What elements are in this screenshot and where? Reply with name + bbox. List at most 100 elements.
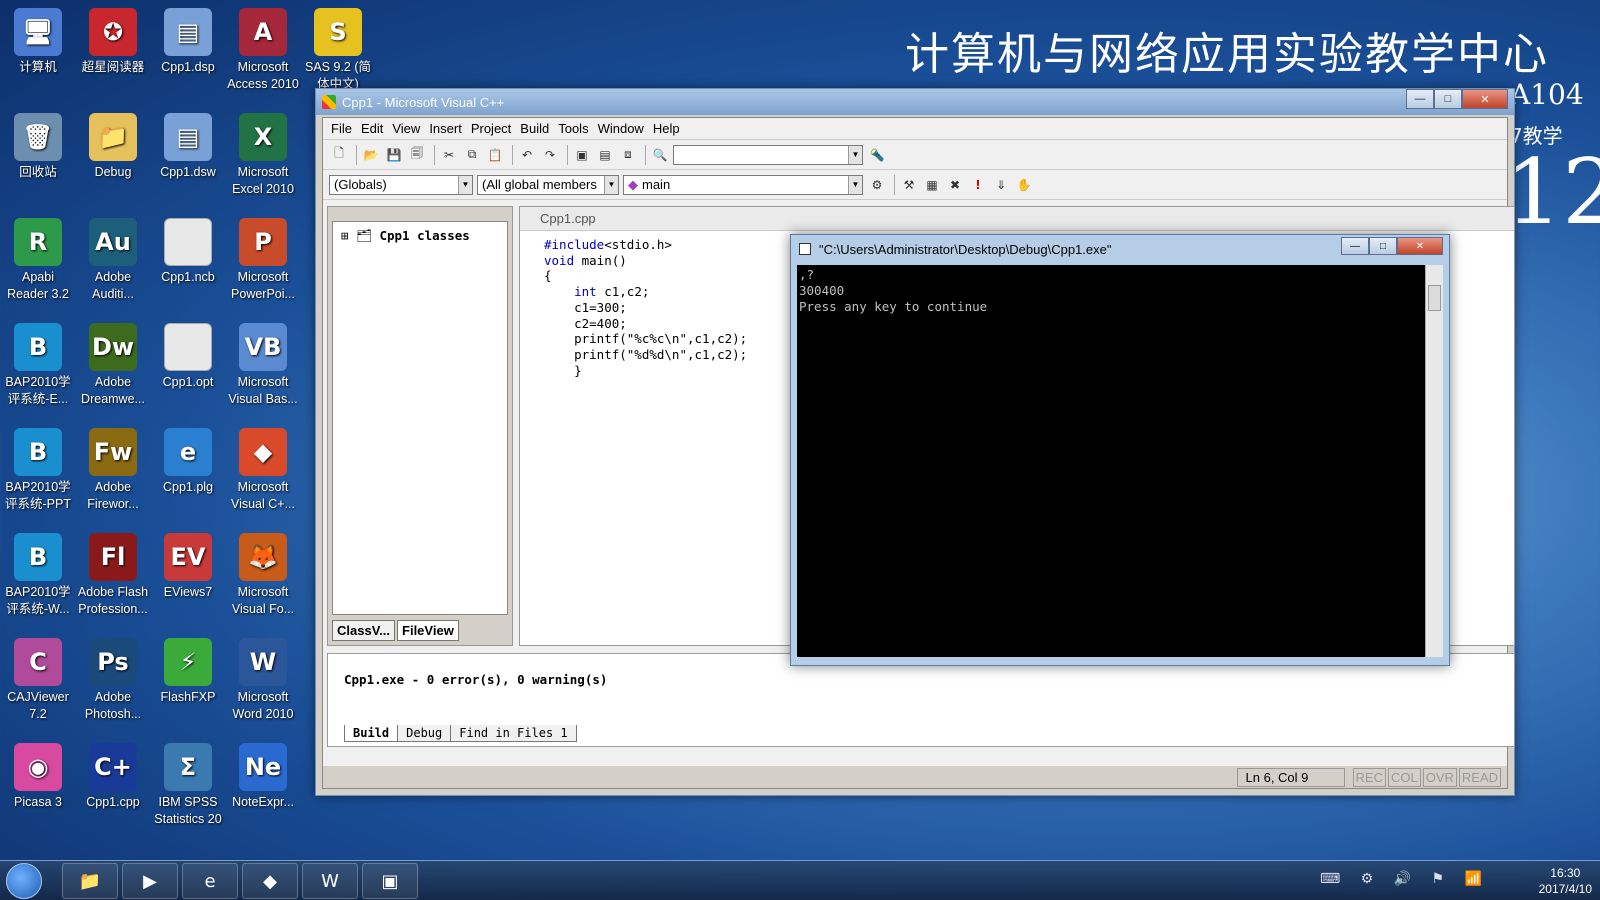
workspace-icon[interactable]: ▣ <box>572 145 592 165</box>
menu-build[interactable]: Build <box>520 121 549 136</box>
desktop-icon[interactable]: Ne NoteExpr... <box>225 741 301 811</box>
desktop-icon[interactable]: P Microsoft PowerPoi... <box>225 216 301 303</box>
desktop-icon[interactable]: ◆ Microsoft Visual C+... <box>225 426 301 513</box>
paste-icon[interactable]: 📋 <box>485 145 505 165</box>
code-line[interactable]: int c1,c2; <box>544 284 747 300</box>
media-player-taskbar-icon[interactable]: ▶ <box>122 863 178 899</box>
copy-icon[interactable]: ⧉ <box>462 145 482 165</box>
stop-build-icon[interactable]: ✖ <box>945 175 965 195</box>
menu-project[interactable]: Project <box>471 121 511 136</box>
desktop-icon[interactable]: X Microsoft Excel 2010 <box>225 111 301 198</box>
minimize-button[interactable]: — <box>1406 89 1434 109</box>
windows-icon[interactable]: ⧈ <box>618 145 638 165</box>
minimize-button[interactable]: — <box>1341 237 1369 255</box>
desktop-icon[interactable]: W Microsoft Word 2010 <box>225 636 301 723</box>
console-output[interactable]: ,? 300400 Press any key to continue <box>797 265 1425 657</box>
close-button[interactable]: ✕ <box>1462 89 1508 109</box>
desktop-icon[interactable]: Fl Adobe Flash Profession... <box>75 531 151 618</box>
code-area[interactable]: #include<stdio.h> void main(){ int c1,c2;… <box>544 237 747 378</box>
console-titlebar[interactable]: "C:\Users\Administrator\Desktop\Debug\Cp… <box>791 235 1449 263</box>
console-taskbar-icon[interactable]: ▣ <box>362 863 418 899</box>
code-line[interactable]: void main() <box>544 253 747 269</box>
desktop-icon[interactable]: C+ Cpp1.cpp <box>75 741 151 811</box>
code-line[interactable]: printf("%c%c\n",c1,c2); <box>544 331 747 347</box>
tree-root-label[interactable]: Cpp1 classes <box>379 228 469 243</box>
tab-build[interactable]: Build <box>344 725 399 742</box>
undo-icon[interactable]: ↶ <box>517 145 537 165</box>
cut-icon[interactable]: ✂ <box>439 145 459 165</box>
breakpoint-hand-icon[interactable]: ✋ <box>1014 175 1034 195</box>
desktop-icon[interactable]: B BAP2010学评系统-E... <box>0 321 76 408</box>
desktop-icon[interactable]: Cpp1.opt <box>150 321 226 391</box>
desktop-icon[interactable]: Au Adobe Auditi... <box>75 216 151 303</box>
maximize-button[interactable]: □ <box>1369 237 1397 255</box>
tab-debug[interactable]: Debug <box>397 725 452 742</box>
desktop-icon[interactable]: Σ IBM SPSS Statistics 20 <box>150 741 226 828</box>
word-taskbar-icon[interactable]: W <box>302 863 358 899</box>
desktop-icon[interactable]: B BAP2010学评系统-PPT <box>0 426 76 513</box>
maximize-button[interactable]: □ <box>1434 89 1462 109</box>
menu-file[interactable]: File <box>331 121 352 136</box>
tab-classview[interactable]: ClassV... <box>332 620 396 641</box>
new-file-icon[interactable]: 🗋 <box>329 145 349 165</box>
compile-icon[interactable]: ⚒ <box>899 175 919 195</box>
start-button[interactable] <box>6 863 42 899</box>
desktop-icon[interactable]: ⚡ FlashFXP <box>150 636 226 706</box>
code-line[interactable]: #include<stdio.h> <box>544 237 747 253</box>
desktop-icon[interactable]: VB Microsoft Visual Bas... <box>225 321 301 408</box>
desktop-icon[interactable]: R Apabi Reader 3.2 <box>0 216 76 303</box>
menu-edit[interactable]: Edit <box>361 121 383 136</box>
globals-combo[interactable]: (Globals) ▼ <box>329 174 473 195</box>
scrollbar-thumb[interactable] <box>1428 285 1441 311</box>
vc-titlebar[interactable]: Cpp1 - Microsoft Visual C++ — □ ✕ <box>316 89 1514 115</box>
go-icon[interactable]: ⇓ <box>991 175 1011 195</box>
tab-find-in-files[interactable]: Find in Files 1 <box>450 725 577 742</box>
menu-tools[interactable]: Tools <box>558 121 588 136</box>
desktop-icon[interactable]: 🖥 计算机 <box>0 6 76 76</box>
menu-view[interactable]: View <box>392 121 420 136</box>
desktop-icon[interactable]: S SAS 9.2 (简体中文) <box>300 6 376 93</box>
system-tray-icons[interactable]: ⌨ ⚙ 🔊 ⚑ 📶 <box>1320 871 1490 887</box>
code-line[interactable]: c1=300; <box>544 300 747 316</box>
code-line[interactable]: } <box>544 363 747 379</box>
desktop-icon[interactable]: ◉ Picasa 3 <box>0 741 76 811</box>
desktop-icon[interactable]: C CAJViewer 7.2 <box>0 636 76 723</box>
close-button[interactable]: ✕ <box>1397 237 1443 255</box>
desktop-icon[interactable]: B BAP2010学评系统-W... <box>0 531 76 618</box>
chevron-down-icon[interactable]: ▼ <box>604 175 618 194</box>
desktop-icon[interactable]: 📁 Debug <box>75 111 151 181</box>
desktop-icon[interactable]: Cpp1.ncb <box>150 216 226 286</box>
desktop-icon[interactable]: A Microsoft Access 2010 <box>225 6 301 93</box>
scrollbar[interactable] <box>1425 265 1443 657</box>
explorer-taskbar-icon[interactable]: 📁 <box>62 863 118 899</box>
build-icon[interactable]: ▦ <box>922 175 942 195</box>
execute-icon[interactable]: ! <box>968 175 988 195</box>
function-combo[interactable]: ◆ main ▼ <box>623 174 863 195</box>
desktop-icon[interactable]: EV EViews7 <box>150 531 226 601</box>
desktop-icon[interactable]: Ps Adobe Photosh... <box>75 636 151 723</box>
desktop-icon[interactable]: Dw Adobe Dreamwe... <box>75 321 151 408</box>
members-combo[interactable]: (All global members ▼ <box>477 174 619 195</box>
desktop-icon[interactable]: ▤ Cpp1.dsw <box>150 111 226 181</box>
save-all-icon[interactable]: 🗐 <box>407 145 427 165</box>
redo-icon[interactable]: ↷ <box>540 145 560 165</box>
tab-fileview[interactable]: FileView <box>397 620 459 641</box>
open-icon[interactable]: 📂 <box>361 145 381 165</box>
desktop-icon[interactable]: Fw Adobe Firewor... <box>75 426 151 513</box>
desktop-icon[interactable]: 🗑 回收站 <box>0 111 76 181</box>
desktop-icon[interactable]: ✪ 超星阅读器 <box>75 6 151 76</box>
menu-help[interactable]: Help <box>653 121 680 136</box>
find-icon[interactable]: 🔦 <box>867 145 887 165</box>
find-in-files-icon[interactable]: 🔍 <box>650 145 670 165</box>
chevron-down-icon[interactable]: ▼ <box>848 145 862 164</box>
expand-icon[interactable]: ⊞ <box>341 228 349 243</box>
ie-taskbar-icon[interactable]: e <box>182 863 238 899</box>
wizard-action-icon[interactable]: ⚙ <box>867 175 887 195</box>
output-icon[interactable]: ▤ <box>595 145 615 165</box>
visual-cpp-taskbar-icon[interactable]: ◆ <box>242 863 298 899</box>
find-combo[interactable]: ▼ <box>673 144 863 165</box>
desktop-icon[interactable]: ▤ Cpp1.dsp <box>150 6 226 76</box>
editor-tab[interactable]: Cpp1.cpp <box>520 207 1514 231</box>
desktop-icon[interactable]: e Cpp1.plg <box>150 426 226 496</box>
menu-insert[interactable]: Insert <box>429 121 462 136</box>
